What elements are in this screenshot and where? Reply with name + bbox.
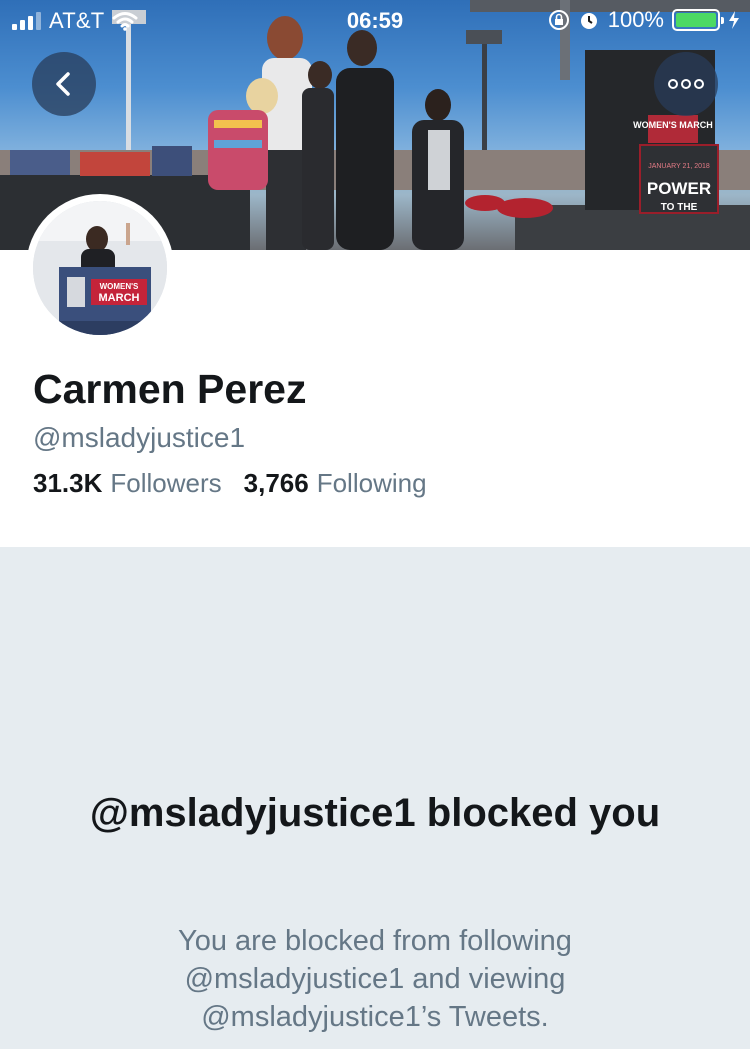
battery-percent: 100% [607,7,664,32]
banner-sign-power: POWER [647,179,711,198]
orientation-lock-icon [548,10,569,30]
follow-stats: 31.3K Followers 3,766 Following [33,468,427,499]
chevron-left-icon [56,72,70,96]
followers-count: 31.3K [33,468,103,498]
blocked-description: You are blocked from following @msladyju… [178,925,572,1033]
battery-fill [676,13,716,27]
profile-handle: @msladyjustice1 [33,422,246,453]
avatar[interactable]: WOMEN'S MARCH [26,194,174,342]
followers-stat[interactable]: 31.3K Followers [33,468,222,499]
status-bar: AT&T 06:59 100% [0,0,750,40]
avatar-sign-line2: MARCH [99,292,140,304]
avatar-image: WOMEN'S MARCH [33,201,167,335]
more-options-button[interactable] [654,52,718,116]
following-label: Following [316,468,427,498]
battery-icon [672,9,724,31]
followers-label: Followers [110,468,222,498]
display-name: Carmen Perez [33,366,307,412]
status-right: 100% [548,7,740,33]
banner-sign-to-the: TO THE [661,202,698,213]
following-stat[interactable]: 3,766 Following [244,468,427,499]
avatar-sign-line1: WOMEN'S [100,282,139,291]
ellipsis-icon [668,79,704,89]
back-button[interactable] [32,52,96,116]
blocked-title: @msladyjustice1 blocked you [89,791,661,835]
avatar-photo: WOMEN'S MARCH [33,201,167,335]
following-count: 3,766 [243,468,309,498]
banner-sign-date: JANUARY 21, 2018 [648,163,710,170]
charging-bolt-icon [729,11,739,29]
alarm-icon [580,13,597,29]
banner-sign-womens-march: WOMEN'S MARCH [633,120,713,130]
